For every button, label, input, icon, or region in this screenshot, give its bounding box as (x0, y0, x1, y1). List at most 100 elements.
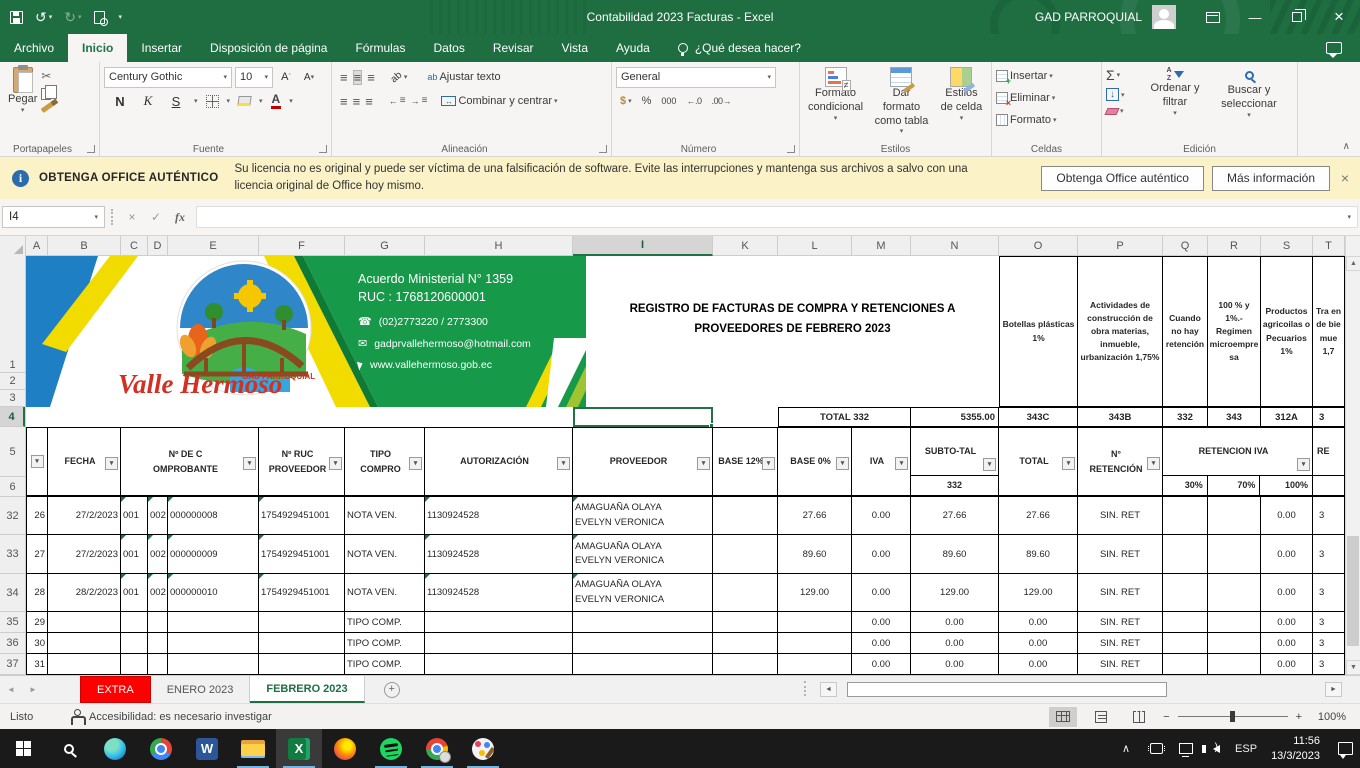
name-box[interactable]: I4 ▾ (2, 206, 105, 228)
page-break-view-button[interactable] (1125, 707, 1153, 727)
zoom-in-icon[interactable]: + (1296, 711, 1302, 723)
find-select-button[interactable]: Buscar y seleccionar ▾ (1210, 65, 1288, 142)
start-button[interactable] (0, 729, 46, 768)
cell-C4[interactable] (121, 407, 148, 427)
cell-N4[interactable]: 5355.00 (911, 407, 999, 427)
col-header-E[interactable]: E (168, 236, 259, 256)
sheet-nav-right-icon[interactable]: ► (22, 676, 44, 703)
header-base12[interactable]: BASE 12% ▾ (713, 427, 778, 497)
cell[interactable]: 129.00 (911, 574, 999, 612)
cell-R4[interactable]: 343 (1208, 407, 1261, 427)
cell[interactable] (713, 612, 778, 633)
add-sheet-button[interactable]: + (379, 676, 405, 703)
cell[interactable]: 0.00 (1261, 497, 1313, 535)
cell[interactable] (778, 633, 852, 654)
cell-A4[interactable] (26, 407, 48, 427)
conditional-formatting-button[interactable]: Formato condicional ▾ (804, 65, 867, 142)
filter-button[interactable]: ▾ (1062, 457, 1075, 470)
col-header-P[interactable]: P (1078, 236, 1163, 256)
minimize-button[interactable]: — (1234, 0, 1276, 34)
header-total[interactable]: TOTAL ▾ (999, 427, 1078, 497)
cell[interactable]: SIN. RET (1078, 574, 1163, 612)
fill-button[interactable]: ↓ ▾ (1106, 88, 1140, 101)
cell[interactable] (121, 612, 148, 633)
dialog-launcher-icon[interactable] (787, 145, 795, 153)
header-nretencion[interactable]: N° RETENCIÓN ▾ (1078, 427, 1163, 497)
grow-font-button[interactable]: Aˆ (276, 67, 296, 88)
cell[interactable] (1163, 497, 1208, 535)
cell[interactable]: 3 (1313, 574, 1345, 612)
filter-button[interactable]: ▾ (983, 458, 996, 471)
cell-E4[interactable] (168, 407, 259, 427)
row-header-33[interactable]: 33 (0, 535, 25, 574)
cell[interactable] (168, 633, 259, 654)
cell-K4[interactable] (713, 407, 778, 427)
ribbon-display-options-button[interactable] (1192, 0, 1234, 34)
cell[interactable]: 0.00 (852, 535, 911, 574)
close-button[interactable]: × (1318, 0, 1360, 34)
cell[interactable]: 28 (26, 574, 48, 612)
fill-color-button[interactable] (237, 96, 252, 106)
redo-button[interactable]: ↻ ▾ (64, 10, 81, 24)
wrap-text-button[interactable]: ab Ajustar texto (427, 71, 500, 83)
col-header-M[interactable]: M (852, 236, 911, 256)
scroll-left-icon[interactable]: ◄ (820, 681, 837, 697)
taskbar-spotify[interactable] (368, 729, 414, 768)
cell[interactable]: TIPO COMP. (345, 633, 425, 654)
subheader-332[interactable]: 332 (911, 476, 998, 495)
cell[interactable]: 0.00 (852, 612, 911, 633)
cell[interactable]: 129.00 (778, 574, 852, 612)
cell[interactable]: 002 (148, 574, 168, 612)
zoom-slider[interactable]: − + (1163, 711, 1302, 723)
tab-disposicion[interactable]: Disposición de página (196, 34, 341, 62)
cell[interactable]: SIN. RET (1078, 535, 1163, 574)
taskbar-edge[interactable] (92, 729, 138, 768)
cell[interactable]: 0.00 (911, 654, 999, 675)
cell[interactable]: 0.00 (1261, 612, 1313, 633)
cell-Q4[interactable]: 332 (1163, 407, 1208, 427)
cell[interactable]: 0.00 (911, 612, 999, 633)
row-header-2[interactable]: 2 (0, 373, 25, 390)
filter-button[interactable]: ▾ (697, 457, 710, 470)
cell[interactable]: 0.00 (999, 633, 1078, 654)
formula-input[interactable]: ▾ (196, 206, 1358, 228)
cell[interactable] (259, 633, 345, 654)
insert-function-button[interactable]: fx (168, 206, 192, 228)
cell[interactable] (1163, 535, 1208, 574)
format-cells-button[interactable]: Formato ▾ (996, 114, 1056, 126)
cell-P4[interactable]: 343B (1078, 407, 1163, 427)
cell[interactable] (1208, 497, 1261, 535)
col-header-O[interactable]: O (999, 236, 1078, 256)
cell[interactable]: 002 (148, 497, 168, 535)
scroll-right-icon[interactable]: ► (1325, 681, 1342, 697)
cell[interactable]: 001 (121, 497, 148, 535)
row-header-36[interactable]: 36 (0, 633, 25, 654)
row-header-35[interactable]: 35 (0, 612, 25, 633)
taskbar-firefox[interactable] (322, 729, 368, 768)
cell[interactable] (259, 654, 345, 675)
header-retencion-iva[interactable]: RETENCION IVA ▾ 30% 70% 100% (1163, 427, 1313, 497)
cell-D4[interactable] (148, 407, 168, 427)
align-center-button[interactable]: ≡ (353, 95, 361, 108)
filter-button[interactable]: ▾ (409, 457, 422, 470)
comment-icon[interactable] (1326, 42, 1342, 58)
cell[interactable] (1163, 574, 1208, 612)
paste-button[interactable]: Pegar ▾ (4, 65, 41, 118)
col-header-B[interactable]: B (48, 236, 121, 256)
horizontal-scroll-track[interactable] (837, 681, 1325, 697)
taskbar-excel[interactable]: X (276, 729, 322, 768)
language-indicator[interactable]: ESP (1231, 729, 1261, 768)
cell[interactable] (48, 654, 121, 675)
filter-button[interactable]: ▾ (895, 457, 908, 470)
cell[interactable] (1208, 654, 1261, 675)
horizontal-scrollbar[interactable]: ◄ ► (820, 681, 1342, 697)
cell[interactable]: TIPO COMP. (345, 654, 425, 675)
cell[interactable]: 1754929451001 (259, 574, 345, 612)
header-ruc[interactable]: Nº RUC PROVEEDOR ▾ (259, 427, 345, 497)
align-top-button[interactable]: ≡ (340, 71, 348, 84)
cell[interactable]: 27/2/2023 (48, 497, 121, 535)
row-header-5[interactable]: 5 (0, 427, 25, 477)
filter-button[interactable]: ▾ (243, 457, 256, 470)
row-header-1[interactable]: 1 (0, 256, 25, 373)
enter-button[interactable]: ✓ (144, 206, 168, 228)
